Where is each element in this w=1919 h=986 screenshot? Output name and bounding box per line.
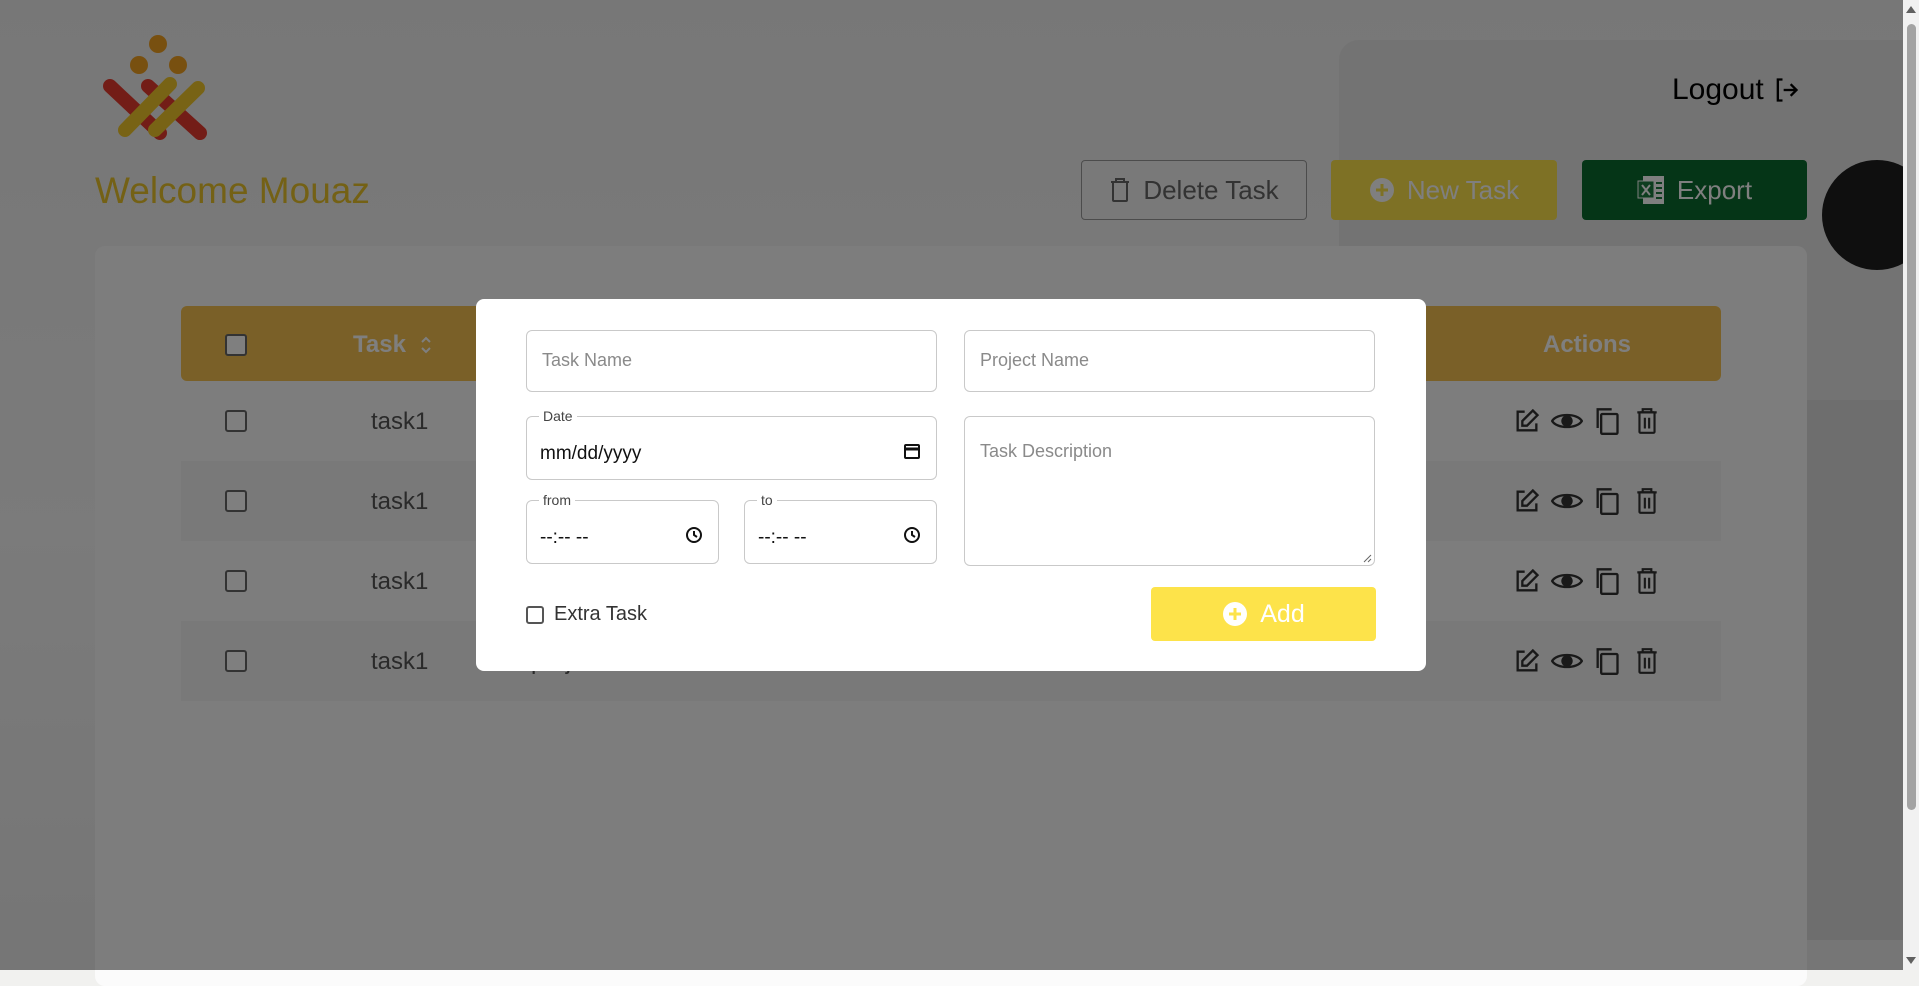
date-label: Date <box>539 408 577 424</box>
task-name-input[interactable] <box>540 349 914 372</box>
extra-task-box[interactable] <box>526 605 544 624</box>
task-name-field[interactable] <box>526 330 937 392</box>
page-scrollbar[interactable] <box>1903 0 1919 970</box>
project-name-field[interactable] <box>964 330 1375 392</box>
plus-circle-icon <box>1223 602 1248 626</box>
date-value: mm/dd/yyyy <box>540 443 642 464</box>
task-description-input[interactable] <box>978 439 1362 553</box>
clock-icon[interactable] <box>684 525 704 545</box>
extra-task-checkbox[interactable]: Extra Task <box>526 603 647 626</box>
from-time-field[interactable]: from --:-- -- <box>526 492 719 564</box>
project-name-input[interactable] <box>978 349 1352 372</box>
add-button[interactable]: Add <box>1151 587 1376 641</box>
to-value: --:-- -- <box>758 527 807 548</box>
to-label: to <box>757 492 777 508</box>
date-field[interactable]: Date mm/dd/yyyy <box>526 408 937 480</box>
calendar-icon[interactable] <box>902 441 922 461</box>
clock-icon[interactable] <box>902 525 922 545</box>
task-description-field[interactable] <box>964 416 1375 566</box>
from-label: from <box>539 492 575 508</box>
scroll-down-arrow-icon[interactable] <box>1906 957 1916 964</box>
new-task-modal: Date mm/dd/yyyy from --:-- -- to --:-- -… <box>476 299 1426 671</box>
extra-task-label: Extra Task <box>554 603 647 625</box>
scroll-thumb[interactable] <box>1907 24 1916 810</box>
from-value: --:-- -- <box>540 527 589 548</box>
resize-grip-icon[interactable] <box>1362 553 1372 563</box>
to-time-field[interactable]: to --:-- -- <box>744 492 937 564</box>
add-label: Add <box>1260 599 1305 628</box>
scroll-up-arrow-icon[interactable] <box>1906 6 1916 13</box>
